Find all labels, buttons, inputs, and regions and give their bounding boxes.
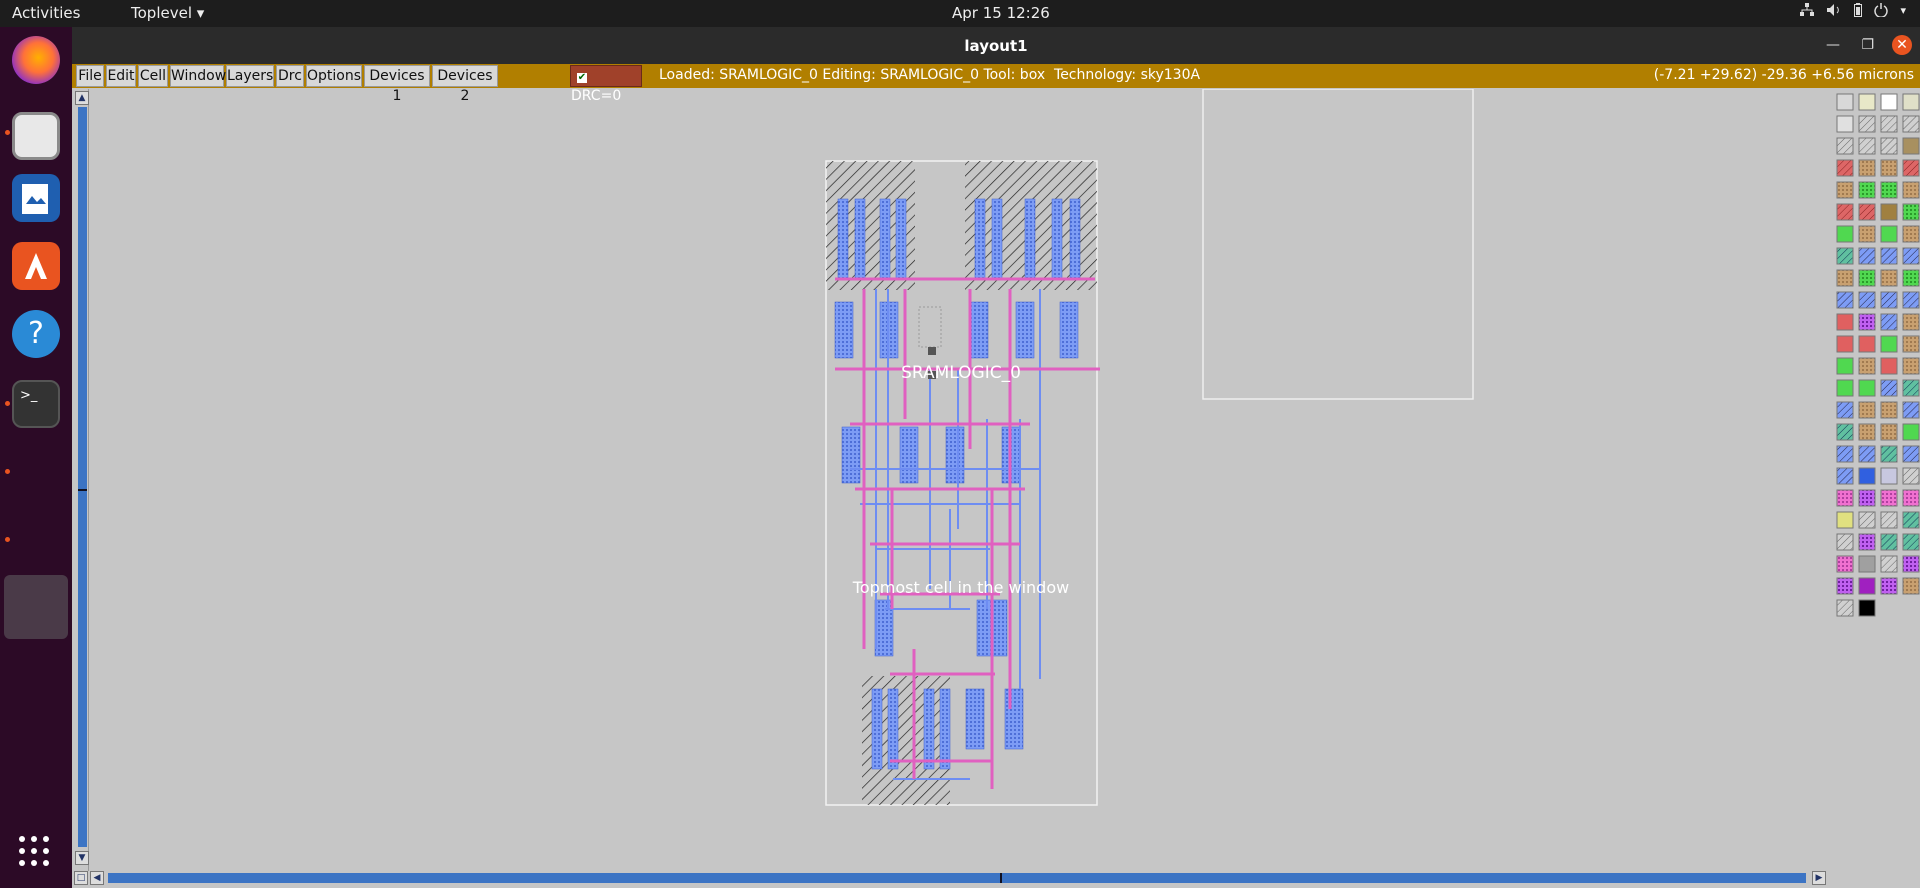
menu-devices-2[interactable]: Devices 2 (432, 65, 498, 104)
system-tray[interactable]: ▾ (1800, 3, 1906, 17)
volume-icon (1827, 4, 1840, 16)
clock[interactable]: Apr 15 12:26 (952, 4, 1050, 22)
window-label: Topmost cell in the window (852, 578, 1069, 597)
power-icon (1874, 3, 1889, 17)
subcell-marker (918, 306, 942, 348)
cursor-coordinates: (-7.21 +29.62) -29.36 +6.56 microns (1653, 67, 1914, 83)
writer-icon[interactable] (12, 174, 60, 222)
firefox-icon[interactable] (12, 36, 60, 84)
window-title: layout1 (964, 37, 1028, 55)
gnome-top-bar: Activities Toplevel ▾ Apr 15 12:26 ▾ (0, 0, 1920, 27)
menu-edit[interactable]: Edit (106, 65, 136, 87)
chevron-down-icon: ▾ (1900, 3, 1906, 17)
magic-layout-window: layout1 — ❐ ✕ File Edit Cell Window Laye… (72, 27, 1920, 888)
menu-devices-1[interactable]: Devices 1 (364, 65, 430, 104)
scroll-left-icon[interactable]: ◀ (90, 871, 104, 885)
contact-marker (928, 347, 936, 355)
maximize-button[interactable]: ❐ (1861, 37, 1874, 53)
menu-file[interactable]: File (76, 65, 104, 87)
menu-layers[interactable]: Layers (226, 65, 274, 87)
running-indicator (5, 401, 10, 406)
app-center-icon[interactable] (12, 242, 60, 290)
running-indicator (5, 537, 10, 542)
network-icon (1800, 3, 1815, 16)
vertical-scrollbar[interactable]: ▲ ▼ (75, 89, 89, 874)
menu-drc[interactable]: Drc (276, 65, 304, 87)
files-icon[interactable] (12, 112, 60, 160)
layout-canvas[interactable]: SRAMLOGIC_0 Topmost cell in the window (90, 88, 1828, 870)
box-outline (1202, 88, 1474, 400)
vertical-scroll-track[interactable] (78, 107, 87, 847)
scroll-up-icon[interactable]: ▲ (75, 91, 89, 105)
menu-window[interactable]: Window (170, 65, 226, 87)
layer-swatch-grid[interactable] (1830, 89, 1920, 870)
battery-icon (1854, 3, 1863, 17)
magic-menubar: File Edit Cell Window Layers Drc Options… (72, 64, 1920, 104)
window-titlebar[interactable]: layout1 — ❐ ✕ (72, 27, 1920, 64)
show-apps-icon[interactable] (18, 835, 50, 867)
running-indicator (5, 469, 10, 474)
scroll-right-icon[interactable]: ▶ (1812, 871, 1826, 885)
horizontal-scroll-track[interactable] (108, 873, 1806, 883)
app-menu-label: Toplevel (131, 4, 192, 22)
ubuntu-dock: ? >_ (0, 27, 72, 888)
horizontal-scrollbar[interactable]: □ ◀ ▶ (72, 871, 1832, 885)
scroll-down-icon[interactable]: ▼ (75, 851, 89, 865)
minimize-button[interactable]: — (1826, 37, 1840, 53)
status-text: Loaded: SRAMLOGIC_0 Editing: SRAMLOGIC_0… (659, 67, 1201, 83)
app-menu[interactable]: Toplevel ▾ (131, 4, 204, 22)
layout-drawing[interactable]: SRAMLOGIC_0 Topmost cell in the window (90, 88, 1828, 870)
help-icon[interactable]: ? (12, 310, 60, 358)
activities-button[interactable]: Activities (12, 4, 80, 22)
active-window-icon[interactable] (4, 575, 68, 639)
cell-label: SRAMLOGIC_0 (901, 363, 1021, 383)
menu-cell[interactable]: Cell (138, 65, 168, 87)
running-indicator (5, 130, 10, 135)
zoom-box-icon[interactable]: □ (74, 871, 88, 885)
close-button[interactable]: ✕ (1892, 35, 1912, 55)
checkmark-icon: ✔ (577, 72, 587, 83)
layer-palette[interactable] (1830, 89, 1920, 870)
drc-toggle[interactable]: ✔DRC=0 (570, 65, 642, 104)
menu-options[interactable]: Options (306, 65, 362, 87)
terminal-icon[interactable]: >_ (12, 380, 60, 428)
